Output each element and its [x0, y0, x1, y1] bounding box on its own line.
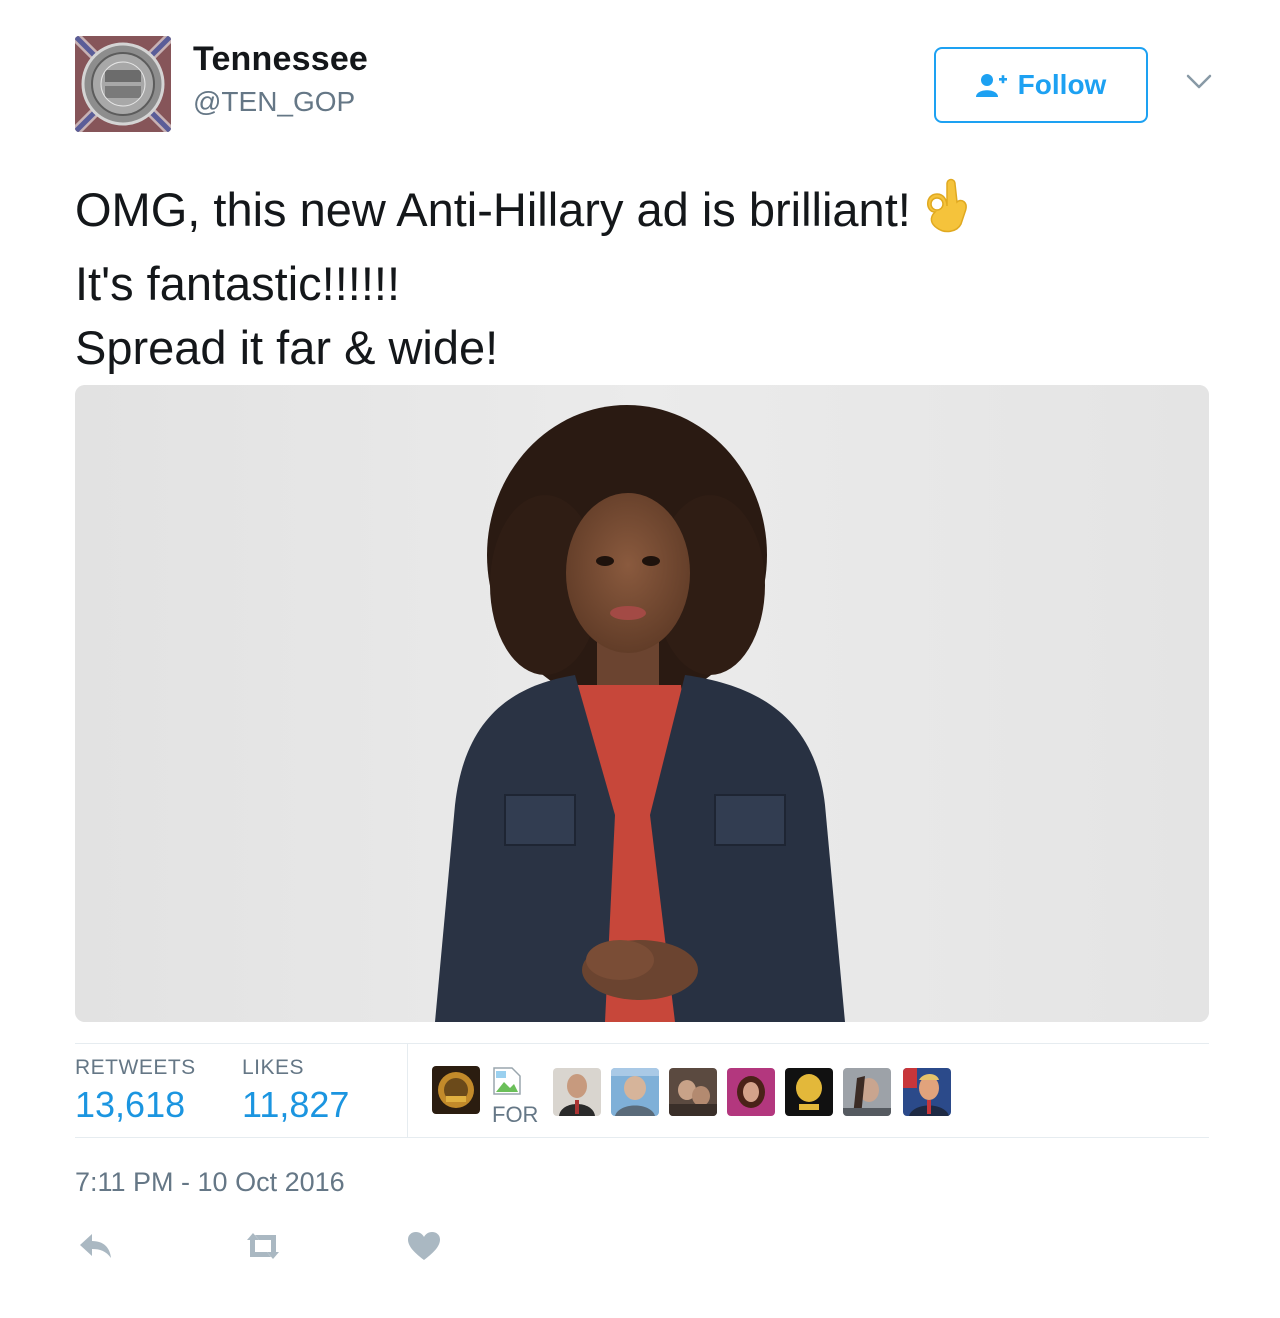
tweet-timestamp[interactable]: 7:11 PM - 10 Oct 2016: [75, 1167, 345, 1198]
profile-avatar[interactable]: [75, 36, 171, 132]
retweets-stat[interactable]: RETWEETS 13,618: [75, 1056, 196, 1126]
liker-avatar-8[interactable]: [903, 1068, 951, 1116]
broken-liker-image[interactable]: FOR: [492, 1066, 552, 1132]
broken-image-icon: [493, 1067, 521, 1095]
username-handle[interactable]: @TEN_GOP: [193, 86, 355, 118]
liker-avatar-3[interactable]: [611, 1068, 659, 1116]
reply-icon[interactable]: [78, 1230, 118, 1266]
tweet-line-1-text: OMG, this new Anti-Hillary ad is brillia…: [75, 183, 911, 236]
chevron-down-icon[interactable]: [1183, 66, 1215, 96]
liker-avatar-4[interactable]: [669, 1068, 717, 1116]
add-user-icon: [975, 74, 1007, 97]
liker-avatar-6[interactable]: [785, 1068, 833, 1116]
liker-avatar-7[interactable]: [843, 1068, 891, 1116]
tweet-line-2: It's fantastic!!!!!!: [75, 257, 401, 310]
broken-image-alt-text: FOR: [492, 1102, 539, 1127]
heart-icon[interactable]: [406, 1230, 446, 1266]
ok-hand-emoji-icon: [917, 172, 973, 252]
likes-label: LIKES: [242, 1056, 305, 1079]
tweet-text: OMG, this new Anti-Hillary ad is brillia…: [75, 172, 1215, 380]
liker-avatar-1[interactable]: [432, 1066, 480, 1114]
display-name[interactable]: Tennessee: [193, 40, 368, 79]
stats-vertical-divider: [407, 1044, 408, 1137]
stats-bottom-divider: [75, 1137, 1209, 1138]
follow-button[interactable]: Follow: [934, 47, 1148, 123]
retweets-count: 13,618: [75, 1084, 186, 1125]
tennessee-seal-image: [75, 36, 171, 132]
likes-stat[interactable]: LIKES 11,827: [242, 1056, 349, 1126]
likes-count: 11,827: [242, 1084, 350, 1125]
retweet-icon[interactable]: [243, 1230, 283, 1266]
stats-top-divider: [75, 1043, 1209, 1044]
tweet-line-3: Spread it far & wide!: [75, 321, 499, 374]
liker-avatar-5[interactable]: [727, 1068, 775, 1116]
follow-label: Follow: [1017, 69, 1107, 100]
retweets-label: RETWEETS: [75, 1056, 196, 1079]
tweet-line-1: OMG, this new Anti-Hillary ad is brillia…: [75, 172, 1215, 252]
tweet-media-video[interactable]: [75, 385, 1209, 1022]
video-frame-image: [75, 385, 1209, 1022]
liker-avatar-2[interactable]: [553, 1068, 601, 1116]
